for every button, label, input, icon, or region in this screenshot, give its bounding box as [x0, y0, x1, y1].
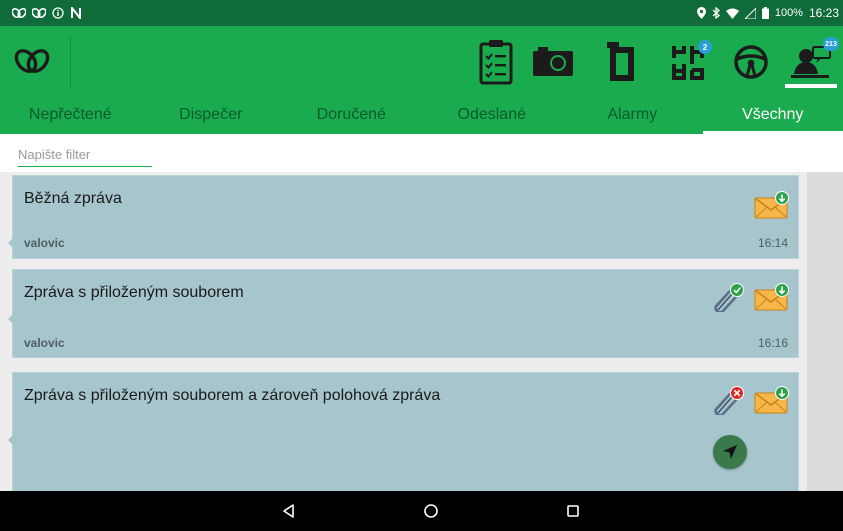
tab-label: Odeslané: [457, 106, 527, 123]
message-item[interactable]: Zpráva s přiloženým souborem valovic 16:…: [8, 269, 799, 358]
envelope-received-icon: [754, 191, 789, 219]
status-bar: 100% 16:23: [0, 0, 843, 26]
envelope-received-icon: [754, 386, 789, 414]
attachment-status[interactable]: [709, 282, 747, 314]
home-icon: [424, 504, 438, 518]
info-icon: [52, 7, 64, 19]
message-sender: valovic: [24, 336, 65, 350]
envelope-received-icon: [754, 283, 789, 311]
message-title: Běžná zpráva: [24, 190, 122, 207]
status-bar-right: 100% 16:23: [696, 5, 839, 21]
tab-label: Alarmy: [607, 106, 658, 123]
signal-icon: [744, 7, 756, 19]
camera-button[interactable]: [527, 36, 579, 88]
list-side-panel: [807, 172, 843, 491]
checklist-button[interactable]: [470, 36, 522, 88]
tab-label: Doručené: [316, 106, 386, 123]
app-logo-icon: [12, 7, 26, 19]
tasks-badge: 2: [698, 40, 712, 54]
messages-button[interactable]: 213: [785, 36, 839, 88]
camera-icon: [533, 47, 573, 76]
envelope-status: [753, 385, 791, 415]
tasks-button[interactable]: 2: [662, 36, 714, 88]
home-button[interactable]: [419, 499, 443, 523]
message-item[interactable]: Běžná zpráva valovic 16:14: [8, 175, 799, 259]
recents-button[interactable]: [561, 499, 585, 523]
message-list[interactable]: Běžná zpráva valovic 16:14 Zpráva s přil…: [0, 172, 843, 491]
filter-input[interactable]: [18, 143, 152, 167]
recents-icon: [567, 505, 579, 517]
tab-dispatcher[interactable]: Dispečer: [141, 96, 282, 134]
filter-bar: [0, 134, 843, 172]
message-title: Zpráva s přiloženým souborem a zároveň p…: [24, 387, 441, 404]
tab-alarms[interactable]: Alarmy: [562, 96, 703, 134]
status-bar-left: [12, 5, 82, 21]
battery-percent: 100%: [774, 7, 803, 19]
tab-unread[interactable]: Nepřečtené: [0, 96, 141, 134]
app-logo-icon: [32, 7, 46, 19]
system-nav-bar: [0, 491, 843, 531]
attachment-status[interactable]: [709, 385, 747, 417]
route-icon: [607, 42, 634, 81]
app-logo[interactable]: [14, 43, 50, 79]
attachment-error-icon: [714, 386, 744, 417]
tab-sent[interactable]: Odeslané: [422, 96, 563, 134]
tab-delivered[interactable]: Doručené: [281, 96, 422, 134]
location-icon: [696, 7, 706, 19]
app-logo-icon: [14, 49, 50, 73]
n-icon: [71, 7, 81, 19]
message-time: 16:16: [757, 336, 788, 350]
driving-button[interactable]: [725, 36, 777, 88]
tab-bar: Nepřečtené Dispečer Doručené Odeslané Al…: [0, 96, 843, 134]
navigate-button[interactable]: [713, 435, 747, 469]
wifi-icon: [725, 8, 739, 19]
battery-icon: [761, 7, 769, 19]
toolbar-divider: [70, 36, 71, 88]
back-icon: [283, 504, 294, 518]
envelope-status: [753, 282, 791, 312]
top-app-bar: 2 213: [0, 26, 843, 96]
messages-badge: 213: [823, 37, 839, 51]
route-button[interactable]: [596, 36, 648, 88]
tab-label: Dispečer: [179, 106, 243, 123]
message-time: 16:14: [757, 236, 788, 250]
envelope-status: [753, 190, 791, 220]
tab-label: Všechny: [742, 106, 804, 123]
message-sender: valovic: [24, 236, 65, 250]
checklist-icon: [479, 40, 513, 85]
steering-wheel-icon: [734, 45, 768, 79]
message-item[interactable]: Zpráva s přiloženým souborem a zároveň p…: [8, 372, 799, 491]
tab-label: Nepřečtené: [28, 106, 112, 123]
back-button[interactable]: [277, 499, 301, 523]
tab-all[interactable]: Všechny: [702, 96, 843, 134]
message-title: Zpráva s přiloženým souborem: [24, 284, 244, 301]
attachment-ok-icon: [714, 283, 744, 314]
navigation-arrow-icon: [723, 445, 737, 459]
bluetooth-icon: [712, 7, 720, 19]
status-time: 16:23: [808, 6, 839, 20]
